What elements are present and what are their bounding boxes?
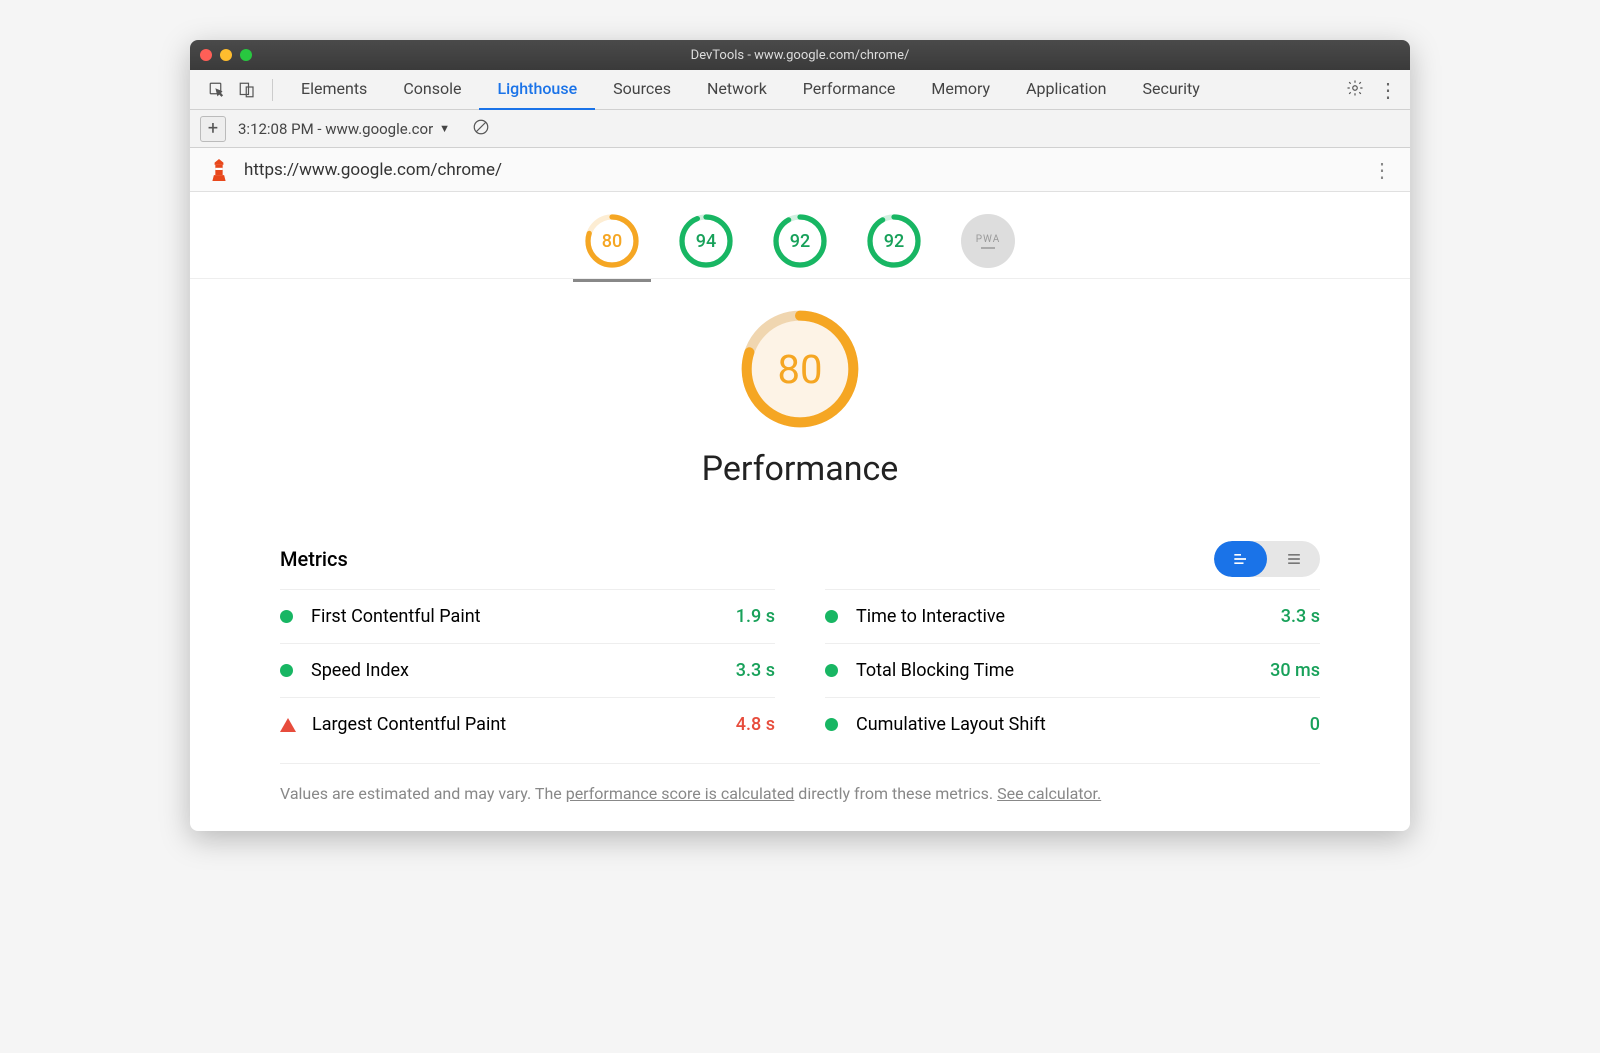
settings-icon[interactable] <box>1346 79 1364 101</box>
inspect-element-icon[interactable] <box>202 81 232 99</box>
pwa-badge[interactable]: PWA <box>961 214 1015 268</box>
metric-value: 3.3 s <box>736 660 775 681</box>
titlebar: DevTools - www.google.com/chrome/ <box>190 40 1410 70</box>
tab-sources[interactable]: Sources <box>595 69 689 110</box>
metric-name: Largest Contentful Paint <box>312 714 506 735</box>
metrics-grid: First Contentful Paint 1.9 s Time to Inter… <box>280 589 1320 751</box>
metric-row: Time to Interactive 3.3 s <box>825 589 1320 643</box>
metric-name: Total Blocking Time <box>856 660 1014 681</box>
metric-row: Total Blocking Time 30 ms <box>825 643 1320 697</box>
metrics-view-toggle[interactable] <box>1214 541 1320 577</box>
tab-network[interactable]: Network <box>689 69 785 110</box>
report-menu-icon[interactable]: ⋮ <box>1372 158 1392 182</box>
metric-row: First Contentful Paint 1.9 s <box>280 589 775 643</box>
category-gauge-2[interactable]: 92 <box>773 214 827 268</box>
audited-url: https://www.google.com/chrome/ <box>244 160 502 180</box>
fail-icon <box>280 718 296 732</box>
category-gauge-0[interactable]: 80 <box>585 214 639 268</box>
lighthouse-logo-icon <box>208 159 230 181</box>
report-selector-bar: + 3:12:08 PM - www.google.cor ▼ <box>190 110 1410 148</box>
metric-value: 1.9 s <box>736 606 775 627</box>
metric-value: 4.8 s <box>736 714 775 735</box>
tab-lighthouse[interactable]: Lighthouse <box>479 69 595 110</box>
metric-row: Cumulative Layout Shift 0 <box>825 697 1320 751</box>
metric-name: Speed Index <box>311 660 409 681</box>
tab-security[interactable]: Security <box>1124 69 1217 110</box>
performance-section: 80 Performance <box>190 279 1410 505</box>
metric-value: 30 ms <box>1270 660 1320 681</box>
category-gauge-1[interactable]: 94 <box>679 214 733 268</box>
pass-icon <box>825 664 838 677</box>
metric-value: 0 <box>1310 714 1320 735</box>
dropdown-caret-icon: ▼ <box>439 122 450 135</box>
see-calculator-link[interactable]: See calculator. <box>997 784 1101 803</box>
report-timestamp: 3:12:08 PM - www.google.cor <box>238 120 433 138</box>
toggle-detailed-icon <box>1214 541 1267 577</box>
score-calc-link[interactable]: performance score is calculated <box>566 784 795 803</box>
tab-performance[interactable]: Performance <box>785 69 914 110</box>
divider <box>272 79 273 101</box>
more-icon[interactable]: ⋮ <box>1378 78 1398 102</box>
report-dropdown[interactable]: 3:12:08 PM - www.google.cor ▼ <box>238 120 450 138</box>
clear-icon[interactable] <box>472 118 490 140</box>
performance-score: 80 <box>740 309 860 429</box>
metric-row: Largest Contentful Paint 4.8 s <box>280 697 775 751</box>
tab-application[interactable]: Application <box>1008 69 1124 110</box>
metric-row: Speed Index 3.3 s <box>280 643 775 697</box>
metric-value: 3.3 s <box>1281 606 1320 627</box>
tab-elements[interactable]: Elements <box>283 69 385 110</box>
toggle-compact-icon <box>1267 541 1320 577</box>
tab-memory[interactable]: Memory <box>913 69 1008 110</box>
tab-console[interactable]: Console <box>385 69 479 110</box>
performance-gauge: 80 <box>740 309 860 429</box>
pass-icon <box>280 664 293 677</box>
devtools-window: DevTools - www.google.com/chrome/ Elemen… <box>190 40 1410 831</box>
pass-icon <box>825 610 838 623</box>
new-report-button[interactable]: + <box>200 116 226 142</box>
metric-name: Time to Interactive <box>856 606 1005 627</box>
pass-icon <box>280 610 293 623</box>
metric-name: First Contentful Paint <box>311 606 481 627</box>
device-toolbar-icon[interactable] <box>232 81 262 99</box>
category-gauges: 80 94 92 92 PWA <box>190 192 1410 279</box>
pass-icon <box>825 718 838 731</box>
metrics-heading: Metrics <box>280 547 348 571</box>
panel-tabstrip: ElementsConsoleLighthouseSourcesNetworkP… <box>190 70 1410 110</box>
audited-url-bar: https://www.google.com/chrome/ ⋮ <box>190 148 1410 192</box>
window-title: DevTools - www.google.com/chrome/ <box>190 48 1410 63</box>
metric-name: Cumulative Layout Shift <box>856 714 1046 735</box>
metrics-footnote: Values are estimated and may vary. The p… <box>280 763 1320 803</box>
category-gauge-3[interactable]: 92 <box>867 214 921 268</box>
section-title: Performance <box>190 449 1410 489</box>
